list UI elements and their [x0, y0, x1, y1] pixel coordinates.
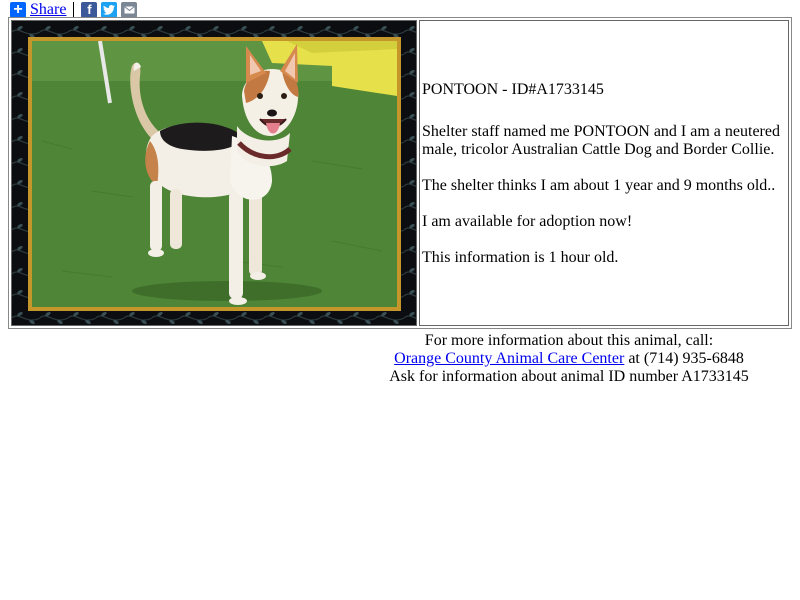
contact-intro: For more information about this animal, …	[424, 332, 714, 349]
animal-description: Shelter staff named me PONTOON and I am …	[422, 123, 780, 158]
dog-photo	[32, 41, 397, 307]
dog-illustration	[32, 41, 397, 307]
contact-line: Orange County Animal Care Center at (714…	[289, 350, 800, 368]
envelope-icon	[124, 5, 135, 13]
info-freshness: This information is 1 hour old.	[422, 249, 619, 266]
animal-table: PONTOON - ID#A1733145 Shelter staff name…	[8, 17, 792, 329]
share-bar: + Share f	[10, 1, 141, 18]
phone-number: at (714) 935-6848	[624, 350, 744, 367]
twitter-icon[interactable]	[101, 1, 118, 18]
plus-icon[interactable]: +	[10, 1, 26, 18]
animal-id-line: Ask for information about animal ID numb…	[389, 368, 749, 385]
animal-availability: I am available for adoption now!	[422, 213, 633, 230]
share-link[interactable]: Share	[30, 1, 66, 18]
animal-heading: PONTOON - ID#A1733145	[422, 81, 604, 98]
shelter-link[interactable]: Orange County Animal Care Center	[394, 350, 624, 367]
info-cell: PONTOON - ID#A1733145 Shelter staff name…	[419, 20, 789, 326]
twitter-bird-icon	[103, 4, 116, 15]
facebook-icon[interactable]: f	[81, 1, 98, 18]
divider	[73, 1, 75, 18]
photo-cell	[11, 20, 417, 326]
email-icon[interactable]	[121, 1, 138, 18]
contact-section: For more information about this animal, …	[289, 332, 800, 386]
animal-age: The shelter thinks I am about 1 year and…	[422, 177, 776, 194]
